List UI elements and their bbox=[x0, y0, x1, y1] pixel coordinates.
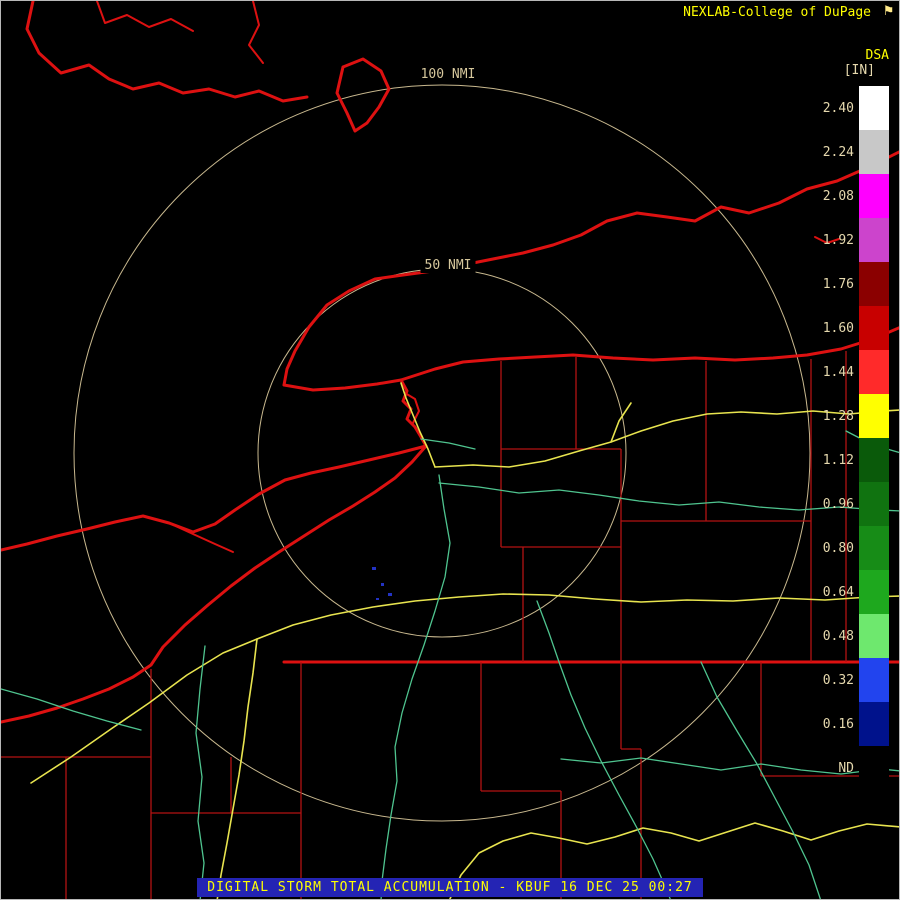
brand-title: NEXLAB-College of DuPage bbox=[683, 5, 871, 20]
legend-color-swatch bbox=[859, 218, 889, 262]
highway-niagara-link bbox=[420, 438, 476, 450]
legend-entry: 1.92 bbox=[806, 218, 889, 262]
legend-value-label: 0.80 bbox=[822, 540, 854, 556]
highway-southeast bbox=[536, 600, 671, 899]
legend-value-label: 0.16 bbox=[822, 716, 854, 732]
legend-entry: 1.12 bbox=[806, 438, 889, 482]
legend-entry: 0.48 bbox=[806, 614, 889, 658]
long-point-spit bbox=[168, 522, 234, 553]
huron-shore-detail bbox=[96, 1, 194, 32]
legend-value-label: 0.64 bbox=[822, 584, 854, 600]
radar-map bbox=[1, 1, 899, 899]
county-lines bbox=[1, 351, 899, 899]
legend-value-label: 0.96 bbox=[822, 496, 854, 512]
status-bar: DIGITAL STORM TOTAL ACCUMULATION - KBUF … bbox=[1, 876, 899, 897]
legend-value-label: 1.44 bbox=[822, 364, 854, 380]
legend-color-swatch bbox=[859, 570, 889, 614]
shorelines bbox=[1, 1, 899, 724]
legend-entry: ND bbox=[806, 746, 889, 790]
legend-entry: 0.80 bbox=[806, 526, 889, 570]
legend-value-label: 2.24 bbox=[822, 144, 854, 160]
legend-color-swatch bbox=[859, 438, 889, 482]
product-units: [IN] bbox=[843, 63, 875, 78]
legend-entry: 2.08 bbox=[806, 174, 889, 218]
interstate-roads bbox=[30, 382, 899, 899]
legend-entry: 0.64 bbox=[806, 570, 889, 614]
range-ring-100nmi bbox=[73, 84, 811, 822]
legend-value-label: ND bbox=[838, 760, 854, 776]
legend-value-label: 1.28 bbox=[822, 408, 854, 424]
legend-entry: 0.32 bbox=[806, 658, 889, 702]
legend-entry: 1.44 bbox=[806, 350, 889, 394]
legend-value-label: 1.12 bbox=[822, 452, 854, 468]
legend-entry: 0.16 bbox=[806, 702, 889, 746]
legend-color-swatch bbox=[859, 306, 889, 350]
product-info: DSA [IN] bbox=[844, 48, 889, 78]
lake-erie-south-shore bbox=[1, 444, 428, 724]
status-bar-text: DIGITAL STORM TOTAL ACCUMULATION - KBUF … bbox=[197, 878, 703, 897]
legend-value-label: 1.92 bbox=[822, 232, 854, 248]
lake-simcoe-outline bbox=[335, 57, 391, 133]
legend-value-label: 0.32 bbox=[822, 672, 854, 688]
interstate-90-lakeshore bbox=[30, 593, 899, 784]
legend-color-swatch bbox=[859, 350, 889, 394]
legend-color-swatch bbox=[859, 394, 889, 438]
legend-value-label: 2.08 bbox=[822, 188, 854, 204]
lake-ontario-west-shore bbox=[282, 378, 403, 392]
legend-color-swatch bbox=[859, 86, 889, 130]
legend-color-swatch bbox=[859, 482, 889, 526]
product-code: DSA bbox=[865, 48, 889, 63]
range-rings bbox=[73, 84, 811, 822]
legend-entry: 1.28 bbox=[806, 394, 889, 438]
highway-left-vertical bbox=[195, 645, 206, 899]
us-219-south bbox=[216, 638, 258, 899]
highway-bottom-left bbox=[1, 688, 142, 731]
echo-pixel bbox=[381, 583, 384, 586]
echo-pixel bbox=[376, 598, 379, 600]
legend-value-label: 2.40 bbox=[822, 100, 854, 116]
georgian-bay-shore bbox=[25, 1, 309, 103]
legend-color-swatch bbox=[859, 702, 889, 746]
legend-color-swatch bbox=[859, 526, 889, 570]
echo-pixel bbox=[372, 567, 376, 570]
legend-color-swatch bbox=[859, 130, 889, 174]
legend-entry: 1.60 bbox=[806, 306, 889, 350]
legend-value-label: 1.60 bbox=[822, 320, 854, 336]
legend-color-swatch bbox=[859, 614, 889, 658]
radar-display: 100 NMI 50 NMI NEXLAB-College of DuPage … bbox=[0, 0, 900, 900]
legend-value-label: 1.76 bbox=[822, 276, 854, 292]
lake-erie-north-shore bbox=[1, 444, 428, 552]
brand-logo-icon: ⚑ bbox=[883, 1, 893, 19]
range-ring-label-50nmi: 50 NMI bbox=[420, 258, 476, 273]
inland-shore-detail bbox=[248, 1, 264, 64]
echo-pixel bbox=[388, 593, 392, 596]
legend-color-swatch bbox=[859, 174, 889, 218]
legend-scale: 2.40 2.24 2.08 1.92 1.76 1.60 1.44 1.28 1.12 0.96… bbox=[806, 86, 889, 790]
state-highways bbox=[1, 430, 899, 899]
legend-color-swatch bbox=[859, 262, 889, 306]
legend-value-label: 0.48 bbox=[822, 628, 854, 644]
legend-entry: 0.96 bbox=[806, 482, 889, 526]
legend-color-swatch bbox=[859, 658, 889, 702]
precip-echoes bbox=[372, 567, 392, 600]
legend-entry: 2.40 bbox=[806, 86, 889, 130]
highway-north-south bbox=[380, 474, 451, 899]
range-ring-label-100nmi: 100 NMI bbox=[416, 67, 480, 82]
legend-entry: 1.76 bbox=[806, 262, 889, 306]
legend-color-swatch bbox=[859, 746, 889, 790]
legend-entry: 2.24 bbox=[806, 130, 889, 174]
